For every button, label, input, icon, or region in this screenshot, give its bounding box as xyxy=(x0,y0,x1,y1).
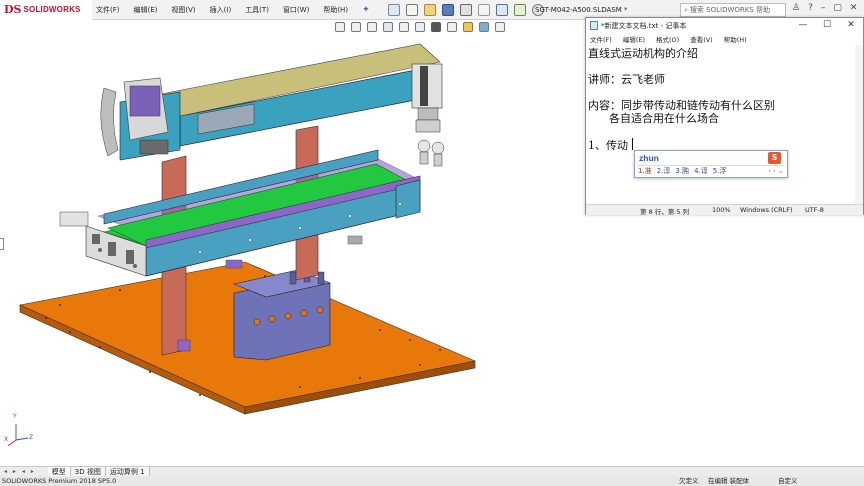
notepad-status-bar: 第 8 行，第 5 列 100% Windows (CRLF) UTF-8 xyxy=(586,204,863,216)
edit-appearance-icon[interactable] xyxy=(463,22,473,32)
restore-icon[interactable]: ▢ xyxy=(833,3,842,13)
notepad-line: 各自适合用在什么场合 xyxy=(588,112,719,125)
menu-edit[interactable]: 编辑(E) xyxy=(134,5,158,15)
notepad-line: 1、传动 xyxy=(588,139,628,152)
tab-motion-study[interactable]: 运动算例 1 xyxy=(105,466,150,477)
conveyor-end-right xyxy=(395,179,421,219)
notepad-minimize-icon[interactable]: — xyxy=(791,18,815,32)
new-document-icon[interactable] xyxy=(405,3,418,16)
sogou-ime-icon[interactable]: S xyxy=(768,152,781,164)
notepad-menu-file[interactable]: 文件(F) xyxy=(590,34,612,44)
heads-up-view-toolbar xyxy=(335,20,505,34)
ime-pinyin: zhun xyxy=(639,153,659,163)
notepad-window-controls: — ☐ ✕ xyxy=(791,18,863,32)
section-view-icon[interactable] xyxy=(383,22,393,32)
home-icon[interactable] xyxy=(387,3,400,16)
undo-icon[interactable] xyxy=(477,3,490,16)
notepad-window: *新建文本文档.txt - 记事本 — ☐ ✕ 文件(F) 编辑(E) 格式(O… xyxy=(585,17,864,216)
screen: Y X Z DS SOLIDWORKS 文件(F) 编辑(E) 视图(V) 插入… xyxy=(0,0,864,486)
help-question-icon[interactable]: ? xyxy=(808,3,813,13)
ime-candidate[interactable]: 3.肫 xyxy=(675,166,689,176)
rebuild-icon[interactable] xyxy=(513,3,526,16)
pin-icon[interactable]: ✦ xyxy=(362,5,370,15)
save-icon[interactable] xyxy=(441,3,454,16)
minimize-icon[interactable]: – xyxy=(821,3,826,13)
notepad-menu-view[interactable]: 查看(V) xyxy=(690,34,713,44)
line-ending: Windows (CRLF) xyxy=(740,206,793,214)
print-icon[interactable] xyxy=(459,3,472,16)
encoding: UTF-8 xyxy=(805,206,824,214)
cable-chain xyxy=(100,87,119,157)
cursor-position: 第 8 行，第 5 列 xyxy=(640,208,690,216)
view-settings-icon[interactable] xyxy=(495,22,505,32)
open-folder-icon[interactable] xyxy=(423,3,436,16)
close-icon[interactable]: ✕ xyxy=(850,3,858,13)
notepad-vertical-scrollbar[interactable] xyxy=(855,45,863,204)
status-custom-units[interactable]: 自定义 xyxy=(778,476,798,486)
product-version: SOLIDWORKS Premium 2018 SP5.0 xyxy=(2,477,117,485)
document-title: SGT-M042-A500.SLDASM * xyxy=(535,6,628,14)
solidworks-logo: DS SOLIDWORKS xyxy=(0,0,92,20)
notepad-menu-format[interactable]: 格式(O) xyxy=(656,34,679,44)
zoom-to-fit-icon[interactable] xyxy=(335,22,345,32)
gripper xyxy=(415,119,445,167)
notepad-icon xyxy=(590,21,598,30)
help-search-input[interactable]: ⌕ 搜索 SOLIDWORKS 帮助 xyxy=(680,3,786,17)
text-cursor xyxy=(632,138,633,150)
view-orientation-icon[interactable] xyxy=(415,22,425,32)
dynamic-annotation-icon[interactable] xyxy=(399,22,409,32)
notepad-menu-help[interactable]: 帮助(H) xyxy=(724,34,747,44)
zoom-area-icon[interactable] xyxy=(351,22,361,32)
triad-x-label: X xyxy=(4,436,9,443)
notepad-line: 讲师：云飞老师 xyxy=(588,73,665,86)
document-tabs: ◂ ▸ ◂ ▸ 模型 3D 视图 运动算例 1 xyxy=(0,466,864,477)
ime-candidates: 1.准 2.淳 3.肫 4.谆 5.浮 xyxy=(638,166,726,176)
menu-view[interactable]: 视图(V) xyxy=(171,5,195,15)
ime-candidate-window: zhun S 1.准 2.淳 3.肫 4.谆 5.浮 ‹ › ⌄ xyxy=(634,150,788,178)
tab-3d-views[interactable]: 3D 视图 xyxy=(70,466,106,477)
triad-z-label: Z xyxy=(29,434,34,441)
select-arrow-icon[interactable] xyxy=(495,3,508,16)
notepad-close-icon[interactable]: ✕ xyxy=(839,18,863,32)
motor-plate xyxy=(129,85,161,117)
ime-candidate[interactable]: 4.谆 xyxy=(694,166,708,176)
previous-view-icon[interactable] xyxy=(367,22,377,32)
menu-window[interactable]: 窗口(W) xyxy=(283,5,309,15)
notepad-maximize-icon[interactable]: ☐ xyxy=(815,18,839,32)
feature-manager-collapse-handle[interactable] xyxy=(0,238,4,250)
notepad-menu-bar: 文件(F) 编辑(E) 格式(O) 查看(V) 帮助(H) xyxy=(586,33,863,44)
hide-show-items-icon[interactable] xyxy=(447,22,457,32)
zoom-level: 100% xyxy=(712,206,731,214)
ime-page-arrows[interactable]: ‹ › ⌄ xyxy=(768,167,784,175)
notepad-title: *新建文本文档.txt - 记事本 xyxy=(601,21,687,30)
ime-candidate[interactable]: 2.淳 xyxy=(657,166,671,176)
user-icon[interactable]: ♙ xyxy=(792,3,800,13)
tab-model[interactable]: 模型 xyxy=(47,466,71,477)
tab-scroll-arrows[interactable]: ◂ ▸ ◂ ▸ xyxy=(4,468,36,475)
main-menu: 文件(F) 编辑(E) 视图(V) 插入(I) 工具(T) 窗口(W) 帮助(H… xyxy=(96,0,384,20)
notepad-text-area[interactable]: 直线式运动机构的介绍 讲师：云飞老师 内容：同步带传动和链传动有什么区别 各自适… xyxy=(586,45,863,204)
notepad-menu-edit[interactable]: 编辑(E) xyxy=(623,34,645,44)
ime-candidate[interactable]: 5.浮 xyxy=(713,166,727,176)
ime-candidate[interactable]: 1.准 xyxy=(638,166,652,176)
status-underdefined: 欠定义 xyxy=(679,477,699,485)
display-style-icon[interactable] xyxy=(431,22,441,32)
menu-insert[interactable]: 插入(I) xyxy=(210,5,232,15)
search-placeholder: 搜索 SOLIDWORKS 帮助 xyxy=(689,6,771,14)
notepad-line: 直线式运动机构的介绍 xyxy=(588,47,698,60)
triad-y-label: Y xyxy=(13,413,17,420)
window-actions: ♙ ? – ▢ ✕ xyxy=(792,3,857,13)
coordinate-triad xyxy=(7,424,29,447)
menu-help[interactable]: 帮助(H) xyxy=(323,5,348,15)
status-editing: 在编辑 装配体 xyxy=(708,477,750,485)
menu-file[interactable]: 文件(F) xyxy=(96,5,120,15)
status-bar: SOLIDWORKS Premium 2018 SP5.0 欠定义 在编辑 装配… xyxy=(0,476,864,486)
apply-scene-icon[interactable] xyxy=(479,22,489,32)
menu-tools[interactable]: 工具(T) xyxy=(245,5,269,15)
quick-access-toolbar xyxy=(387,3,544,16)
search-icon: ⌕ xyxy=(684,5,688,14)
sensor-bracket xyxy=(59,211,89,227)
